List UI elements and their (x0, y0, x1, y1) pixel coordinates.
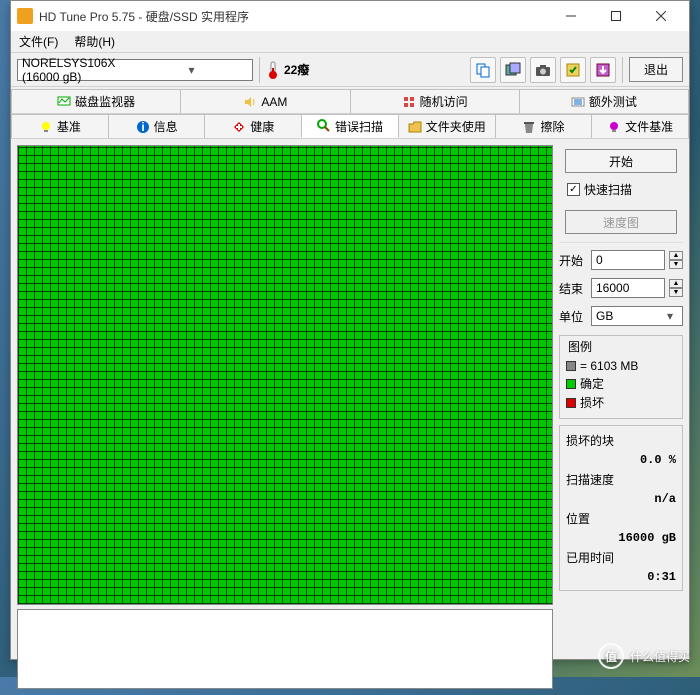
tab-info[interactable]: i信息 (108, 114, 206, 138)
stats-group: 损坏的块 0.0 % 扫描速度 n/a 位置 16000 gB 已用时间 0:3… (559, 425, 683, 591)
tab-folder-usage[interactable]: 文件夹使用 (398, 114, 496, 138)
start-field: 开始 0 ▲▼ (559, 249, 683, 271)
watermark-text: 什么值得买 (630, 648, 690, 665)
close-button[interactable] (638, 2, 683, 30)
legend-group: 图例 = 6103 MB 确定 损坏 (559, 335, 683, 419)
separator (259, 57, 260, 83)
trash-icon (522, 120, 536, 134)
tabs-row-bottom: 基准 i信息 健康 错误扫描 文件夹使用 擦除 文件基准 (11, 114, 689, 139)
block-icon (566, 361, 576, 371)
end-field-label: 结束 (559, 280, 587, 297)
file-icon (607, 120, 621, 134)
elapsed-value: 0:31 (566, 570, 676, 584)
watermark-icon: 值 (598, 643, 624, 669)
log-output (17, 609, 553, 689)
drive-select[interactable]: NORELSYS106X (16000 gB) ▾ (17, 59, 253, 81)
start-field-label: 开始 (559, 252, 587, 269)
tab-random-access[interactable]: 随机访问 (350, 89, 520, 113)
separator (622, 57, 623, 83)
bulb-icon (39, 120, 53, 134)
unit-field: 单位 GB▾ (559, 305, 683, 327)
tab-file-benchmark[interactable]: 文件基准 (591, 114, 689, 138)
damaged-blocks-label: 损坏的块 (566, 432, 676, 449)
copy-info-button[interactable] (470, 57, 496, 83)
svg-text:i: i (141, 120, 144, 134)
start-spinner[interactable]: ▲▼ (669, 251, 683, 269)
toolbar: NORELSYS106X (16000 gB) ▾ 22癈 退出 (11, 53, 689, 87)
quickscan-checkbox[interactable]: ✓ (567, 183, 580, 196)
menu-help[interactable]: 帮助(H) (70, 31, 119, 52)
speedmap-button[interactable]: 速度图 (565, 210, 677, 234)
tabs-row-top: 磁盘监视器 AAM 随机访问 额外测试 (11, 87, 689, 114)
random-icon (402, 95, 416, 109)
quickscan-label: 快速扫描 (584, 181, 632, 198)
legend-title: 图例 (566, 338, 594, 355)
drive-select-value: NORELSYS106X (16000 gB) (22, 56, 135, 84)
position-value: 16000 gB (566, 531, 676, 545)
content-area: 开始 ✓ 快速扫描 速度图 开始 0 ▲▼ 结束 16000 ▲▼ 单位 GB▾ (11, 139, 689, 695)
copy-screenshot-button[interactable] (500, 57, 526, 83)
end-spinner[interactable]: ▲▼ (669, 279, 683, 297)
thermometer-icon (266, 60, 280, 80)
tab-benchmark[interactable]: 基准 (11, 114, 109, 138)
temperature-display: 22癈 (266, 60, 309, 80)
chevron-down-icon: ▾ (662, 309, 678, 323)
elapsed-label: 已用时间 (566, 549, 676, 566)
tab-disk-monitor[interactable]: 磁盘监视器 (11, 89, 181, 113)
tab-erase[interactable]: 擦除 (495, 114, 593, 138)
end-field: 结束 16000 ▲▼ (559, 277, 683, 299)
start-input[interactable]: 0 (591, 250, 665, 270)
quickscan-row: ✓ 快速扫描 (565, 179, 677, 204)
save-button[interactable] (590, 57, 616, 83)
unit-select[interactable]: GB▾ (591, 306, 683, 326)
chevron-down-icon: ▾ (135, 63, 248, 77)
menubar: 文件(F) 帮助(H) (11, 31, 689, 53)
watermark: 值 什么值得买 (598, 643, 690, 669)
ok-icon (566, 379, 576, 389)
exit-button[interactable]: 退出 (629, 57, 683, 82)
damaged-blocks-value: 0.0 % (566, 453, 676, 467)
scan-speed-value: n/a (566, 492, 676, 506)
right-panel: 开始 ✓ 快速扫描 速度图 开始 0 ▲▼ 结束 16000 ▲▼ 单位 GB▾ (559, 145, 683, 689)
scan-block-map (17, 145, 553, 605)
window-title: HD Tune Pro 5.75 - 硬盘/SSD 实用程序 (39, 8, 548, 25)
end-input[interactable]: 16000 (591, 278, 665, 298)
maximize-button[interactable] (593, 2, 638, 30)
monitor-icon (57, 95, 71, 109)
tab-health[interactable]: 健康 (204, 114, 302, 138)
position-label: 位置 (566, 510, 676, 527)
app-window: HD Tune Pro 5.75 - 硬盘/SSD 实用程序 文件(F) 帮助(… (10, 0, 690, 660)
tab-extra-tests[interactable]: 额外测试 (519, 89, 689, 113)
unit-field-label: 单位 (559, 308, 587, 325)
speaker-icon (243, 95, 257, 109)
menu-file[interactable]: 文件(F) (15, 31, 62, 52)
info-icon: i (136, 120, 150, 134)
options-button[interactable] (560, 57, 586, 83)
tab-error-scan[interactable]: 错误扫描 (301, 114, 399, 138)
magnifier-icon (317, 119, 331, 133)
left-column (17, 145, 553, 689)
start-button[interactable]: 开始 (565, 149, 677, 173)
folder-icon (408, 120, 422, 134)
scan-speed-label: 扫描速度 (566, 471, 676, 488)
titlebar: HD Tune Pro 5.75 - 硬盘/SSD 实用程序 (11, 1, 689, 31)
damaged-icon (566, 398, 576, 408)
minimize-button[interactable] (548, 2, 593, 30)
screenshot-button[interactable] (530, 57, 556, 83)
extra-icon (571, 95, 585, 109)
tab-aam[interactable]: AAM (180, 89, 350, 113)
temperature-value: 22癈 (284, 61, 309, 78)
app-icon (17, 8, 33, 24)
health-icon (232, 120, 246, 134)
